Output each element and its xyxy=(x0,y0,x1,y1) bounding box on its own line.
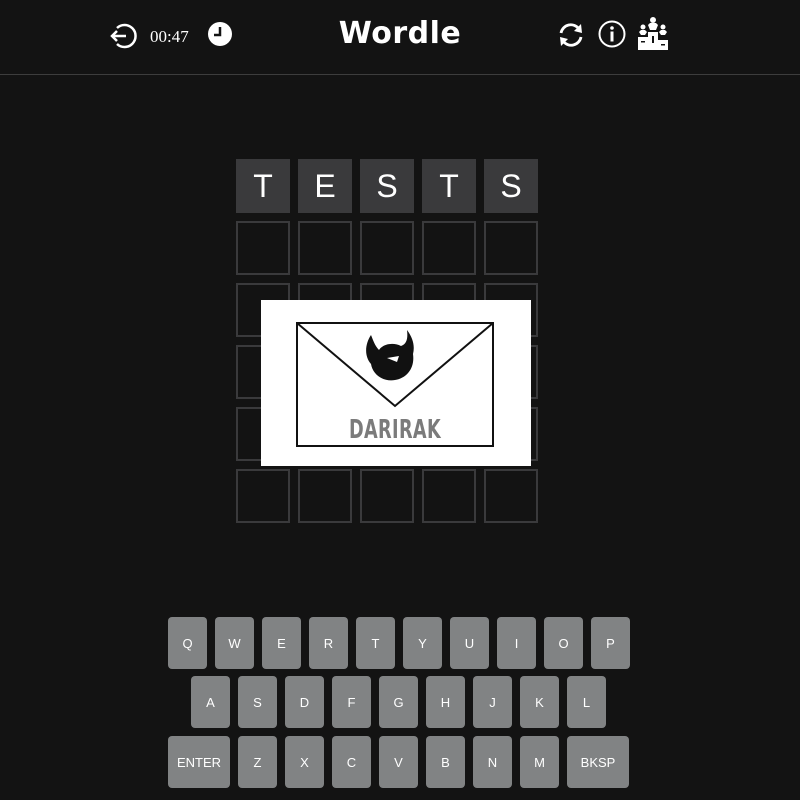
key-enter[interactable]: ENTER xyxy=(168,736,230,788)
key-a[interactable]: A xyxy=(191,676,230,728)
key-e[interactable]: E xyxy=(262,617,301,669)
key-g[interactable]: G xyxy=(379,676,418,728)
board-tile: S xyxy=(360,159,414,213)
board-tile xyxy=(360,469,414,523)
key-h[interactable]: H xyxy=(426,676,465,728)
key-o[interactable]: O xyxy=(544,617,583,669)
board-row xyxy=(236,469,538,523)
key-m[interactable]: M xyxy=(520,736,559,788)
key-d[interactable]: D xyxy=(285,676,324,728)
key-r[interactable]: R xyxy=(309,617,348,669)
key-v[interactable]: V xyxy=(379,736,418,788)
board-row xyxy=(236,221,538,275)
key-w[interactable]: W xyxy=(215,617,254,669)
board-tile xyxy=(298,221,352,275)
board-tile xyxy=(484,469,538,523)
envelope-logo: DARIRAK xyxy=(296,322,494,447)
key-z[interactable]: Z xyxy=(238,736,277,788)
key-n[interactable]: N xyxy=(473,736,512,788)
key-l[interactable]: L xyxy=(567,676,606,728)
refresh-icon[interactable] xyxy=(556,20,586,50)
key-y[interactable]: Y xyxy=(403,617,442,669)
board-tile xyxy=(236,469,290,523)
board-tile xyxy=(236,221,290,275)
board-tile xyxy=(298,469,352,523)
key-s[interactable]: S xyxy=(238,676,277,728)
key-q[interactable]: Q xyxy=(168,617,207,669)
sponsor-overlay[interactable]: DARIRAK xyxy=(261,300,531,466)
key-i[interactable]: I xyxy=(497,617,536,669)
board-tile: S xyxy=(484,159,538,213)
page-title: Wordle xyxy=(338,16,462,51)
board-tile: T xyxy=(236,159,290,213)
board-tile xyxy=(422,221,476,275)
key-t[interactable]: T xyxy=(356,617,395,669)
keyboard-row: QWERTYUIOP xyxy=(168,617,630,669)
leaderboard-icon[interactable] xyxy=(637,16,669,50)
key-x[interactable]: X xyxy=(285,736,324,788)
keyboard-row: ENTER Z X C V B N M BKSP xyxy=(168,736,629,788)
keyboard-row: ASDFGHJKL xyxy=(191,676,606,728)
board-tile xyxy=(422,469,476,523)
key-c[interactable]: C xyxy=(332,736,371,788)
board-tile xyxy=(484,221,538,275)
header: 00:47 Wordle xyxy=(0,0,800,75)
key-f[interactable]: F xyxy=(332,676,371,728)
key-j[interactable]: J xyxy=(473,676,512,728)
key-k[interactable]: K xyxy=(520,676,559,728)
board-tile xyxy=(360,221,414,275)
board-row: TESTS xyxy=(236,159,538,213)
key-bksp[interactable]: BKSP xyxy=(567,736,629,788)
key-u[interactable]: U xyxy=(450,617,489,669)
brand-text: DARIRAK xyxy=(349,415,441,445)
key-p[interactable]: P xyxy=(591,617,630,669)
board-tile: E xyxy=(298,159,352,213)
key-b[interactable]: B xyxy=(426,736,465,788)
info-icon[interactable] xyxy=(598,20,626,48)
board-tile: T xyxy=(422,159,476,213)
